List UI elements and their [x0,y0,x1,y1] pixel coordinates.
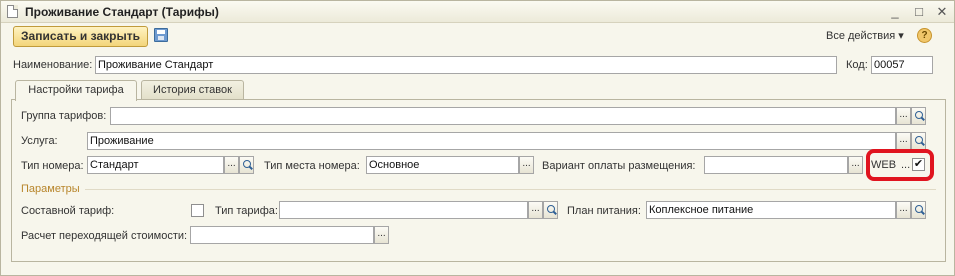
payment-option-field[interactable] [704,156,848,174]
service-search-icon[interactable] [911,132,926,150]
room-place-select-button[interactable]: ... [519,156,534,174]
service-select-button[interactable]: ... [896,132,911,150]
meal-plan-field[interactable]: Коплексное питание [646,201,896,219]
room-place-label: Тип места номера: [264,160,360,172]
tariff-group-label: Группа тарифов: [21,110,107,122]
meal-plan-search-icon[interactable] [911,201,926,219]
carryover-cost-label: Расчет переходящей стоимости: [21,230,188,242]
highlight-annotation [866,149,934,181]
payment-option-label: Вариант оплаты размещения: [542,160,696,172]
service-label: Услуга: [21,135,58,147]
tariff-group-field[interactable] [110,107,896,125]
code-field[interactable]: 00057 [871,56,933,74]
tariff-type-field[interactable] [279,201,528,219]
room-type-select-button[interactable]: ... [224,156,239,174]
room-type-search-icon[interactable] [239,156,254,174]
carryover-cost-select-button[interactable]: ... [374,226,389,244]
tariff-group-search-icon[interactable] [911,107,926,125]
save-icon[interactable] [154,28,168,42]
room-place-field[interactable]: Основное [366,156,519,174]
tariff-group-select-button[interactable]: ... [896,107,911,125]
composite-tariff-label: Составной тариф: [21,205,115,217]
all-actions-menu[interactable]: Все действия ▾ [826,29,904,42]
code-label: Код: [846,59,868,71]
service-field[interactable]: Проживание [87,132,896,150]
tab-rate-history[interactable]: История ставок [141,80,244,100]
save-and-close-button[interactable]: Записать и закрыть [13,26,148,47]
room-type-label: Тип номера: [21,160,84,172]
name-label: Наименование: [13,59,93,71]
payment-option-select-button[interactable]: ... [848,156,863,174]
help-icon[interactable]: ? [917,28,932,43]
close-icon[interactable]: ✕ [934,4,950,20]
meal-plan-label: План питания: [567,205,641,217]
tariff-type-select-button[interactable]: ... [528,201,543,219]
parameters-divider [85,189,936,190]
meal-plan-select-button[interactable]: ... [896,201,911,219]
tariff-type-search-icon[interactable] [543,201,558,219]
title-bar: Проживание Стандарт (Тарифы) _ □ ✕ [1,1,954,23]
parameters-section-label: Параметры [21,183,80,195]
tab-tariff-settings[interactable]: Настройки тарифа [15,80,137,101]
minimize-icon[interactable]: _ [887,4,903,20]
composite-tariff-checkbox[interactable] [191,204,204,217]
room-type-field[interactable]: Стандарт [87,156,224,174]
tariff-type-label: Тип тарифа: [215,205,278,217]
document-icon [7,5,18,18]
tariff-window: Проживание Стандарт (Тарифы) _ □ ✕ Запис… [0,0,955,276]
carryover-cost-field[interactable] [190,226,374,244]
name-field[interactable]: Проживание Стандарт [95,56,837,74]
window-title: Проживание Стандарт (Тарифы) [25,5,219,19]
maximize-icon[interactable]: □ [911,4,927,20]
